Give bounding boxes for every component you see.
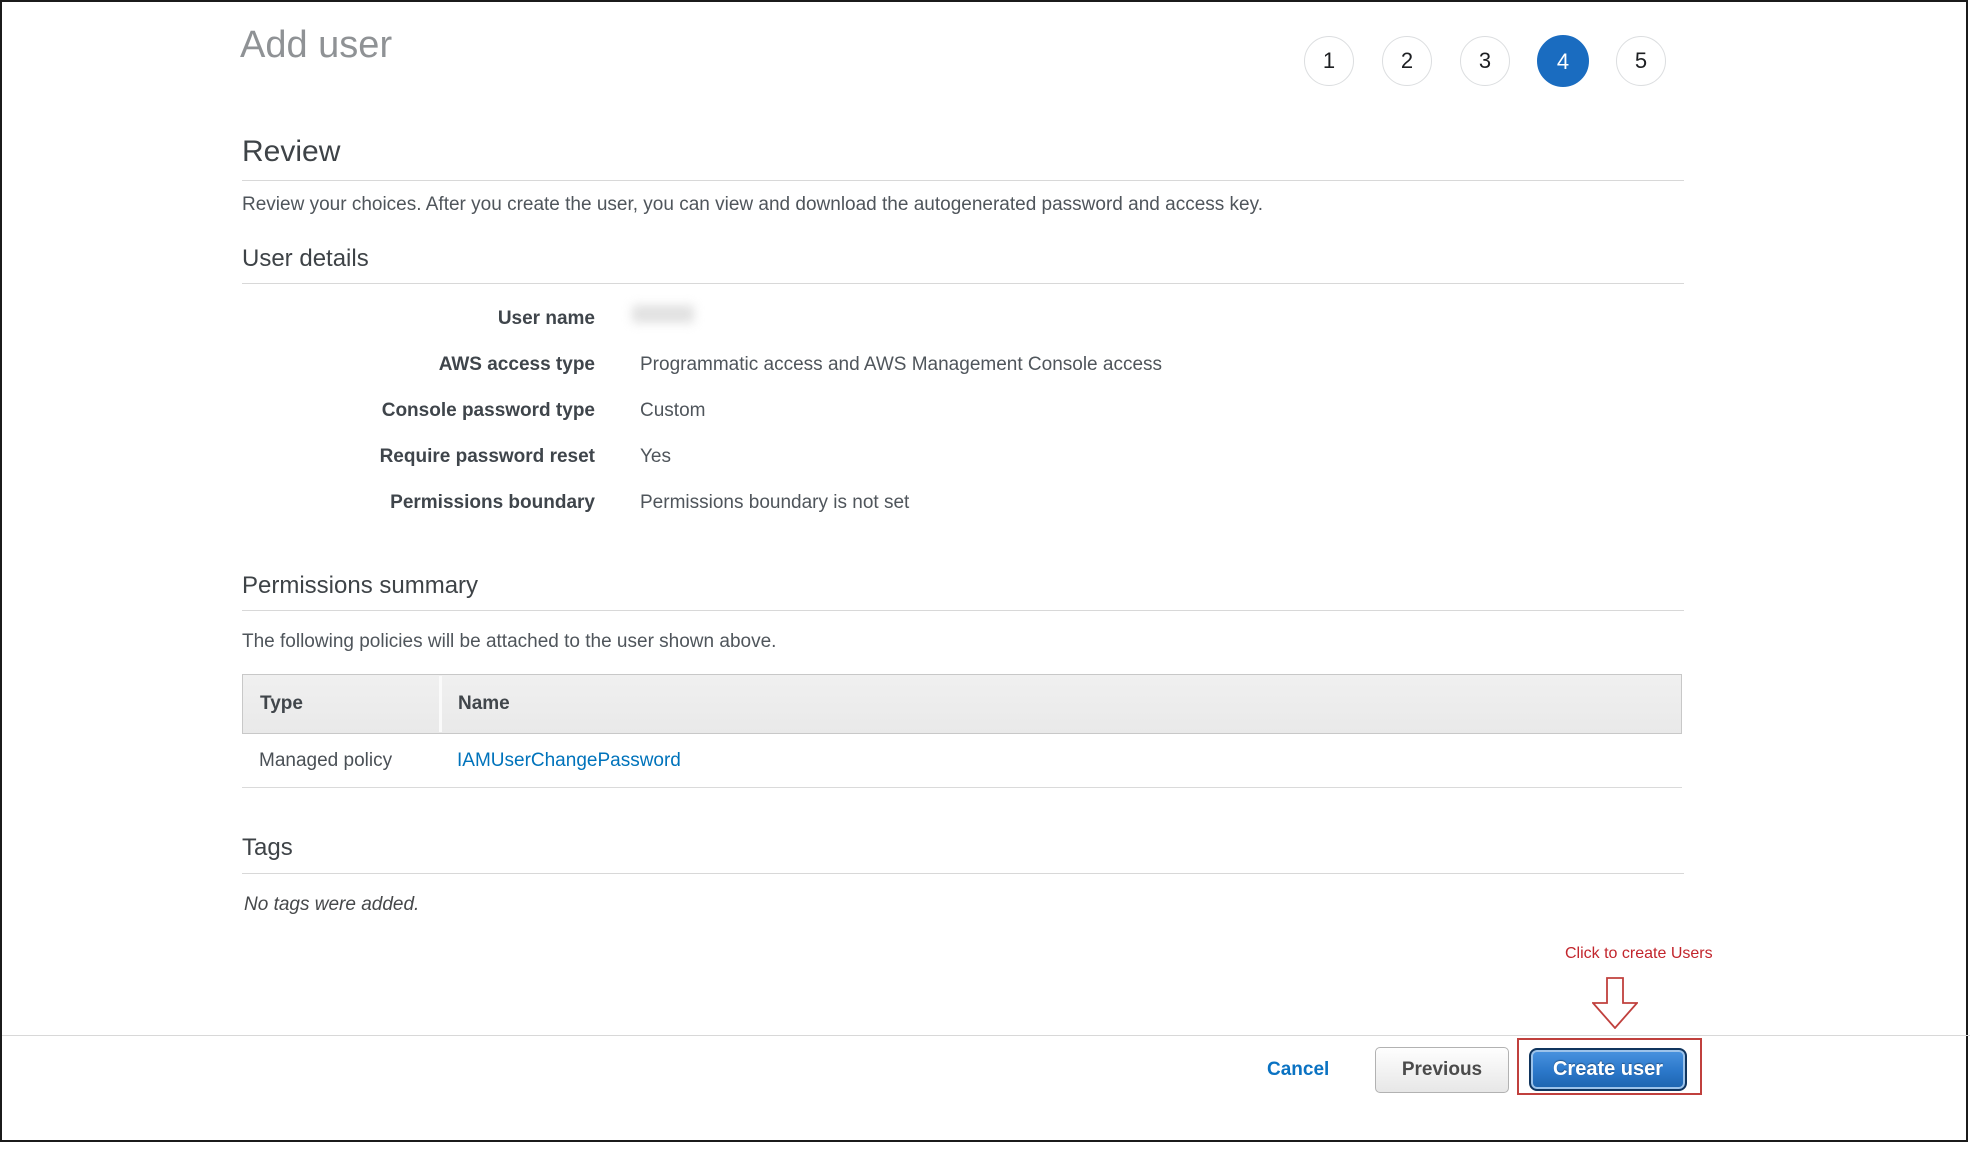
- detail-label: AWS access type: [242, 354, 595, 376]
- detail-row-password-reset: Require password reset Yes: [242, 434, 1684, 480]
- detail-label: Require password reset: [242, 446, 595, 468]
- add-user-wizard-page: Add user 1 2 3 4 5 Review Review your ch…: [0, 0, 1968, 1142]
- detail-label: Console password type: [242, 400, 595, 422]
- detail-value: Programmatic access and AWS Management C…: [640, 354, 1162, 376]
- step-2: 2: [1382, 36, 1432, 86]
- detail-value: Permissions boundary is not set: [640, 492, 909, 514]
- detail-row-access-type: AWS access type Programmatic access and …: [242, 342, 1684, 388]
- policy-type-cell: Managed policy: [242, 750, 438, 772]
- step-3: 3: [1460, 36, 1510, 86]
- divider: [242, 873, 1684, 874]
- previous-button[interactable]: Previous: [1375, 1047, 1509, 1093]
- step-5: 5: [1616, 36, 1666, 86]
- review-heading: Review: [242, 135, 340, 169]
- create-user-button[interactable]: Create user: [1529, 1048, 1687, 1091]
- policies-table: Type Name Managed policy IAMUserChangePa…: [242, 674, 1682, 788]
- policy-name-cell: IAMUserChangePassword: [438, 750, 681, 772]
- detail-value: Custom: [640, 400, 705, 422]
- divider: [242, 180, 1684, 181]
- detail-row-permissions-boundary: Permissions boundary Permissions boundar…: [242, 480, 1684, 526]
- column-divider: [439, 676, 442, 732]
- permissions-summary-description: The following policies will be attached …: [242, 631, 776, 653]
- tags-empty-text: No tags were added.: [244, 894, 419, 916]
- step-4-active: 4: [1537, 35, 1589, 87]
- annotation-label: Click to create Users: [1565, 945, 1713, 963]
- policies-table-header: Type Name: [242, 674, 1682, 734]
- divider: [242, 610, 1684, 611]
- user-details-list: User name AWS access type Programmatic a…: [242, 296, 1684, 526]
- policy-link[interactable]: IAMUserChangePassword: [457, 750, 681, 771]
- permissions-summary-heading: Permissions summary: [242, 572, 478, 600]
- down-arrow-icon: [1592, 977, 1638, 1029]
- divider: [242, 283, 1684, 284]
- step-1: 1: [1304, 36, 1354, 86]
- review-description: Review your choices. After you create th…: [242, 194, 1263, 216]
- detail-row-password-type: Console password type Custom: [242, 388, 1684, 434]
- user-name-redacted-value: [632, 305, 694, 323]
- cancel-link[interactable]: Cancel: [1267, 1059, 1329, 1081]
- user-details-heading: User details: [242, 245, 369, 273]
- table-row: Managed policy IAMUserChangePassword: [242, 734, 1682, 788]
- detail-label: User name: [242, 308, 595, 330]
- page-title: Add user: [240, 24, 392, 67]
- detail-row-user-name: User name: [242, 296, 1684, 342]
- detail-label: Permissions boundary: [242, 492, 595, 514]
- tags-heading: Tags: [242, 834, 293, 862]
- column-header-name: Name: [439, 693, 510, 715]
- detail-value: Yes: [640, 446, 671, 468]
- footer-divider: [2, 1035, 1970, 1036]
- column-header-type: Type: [243, 693, 439, 715]
